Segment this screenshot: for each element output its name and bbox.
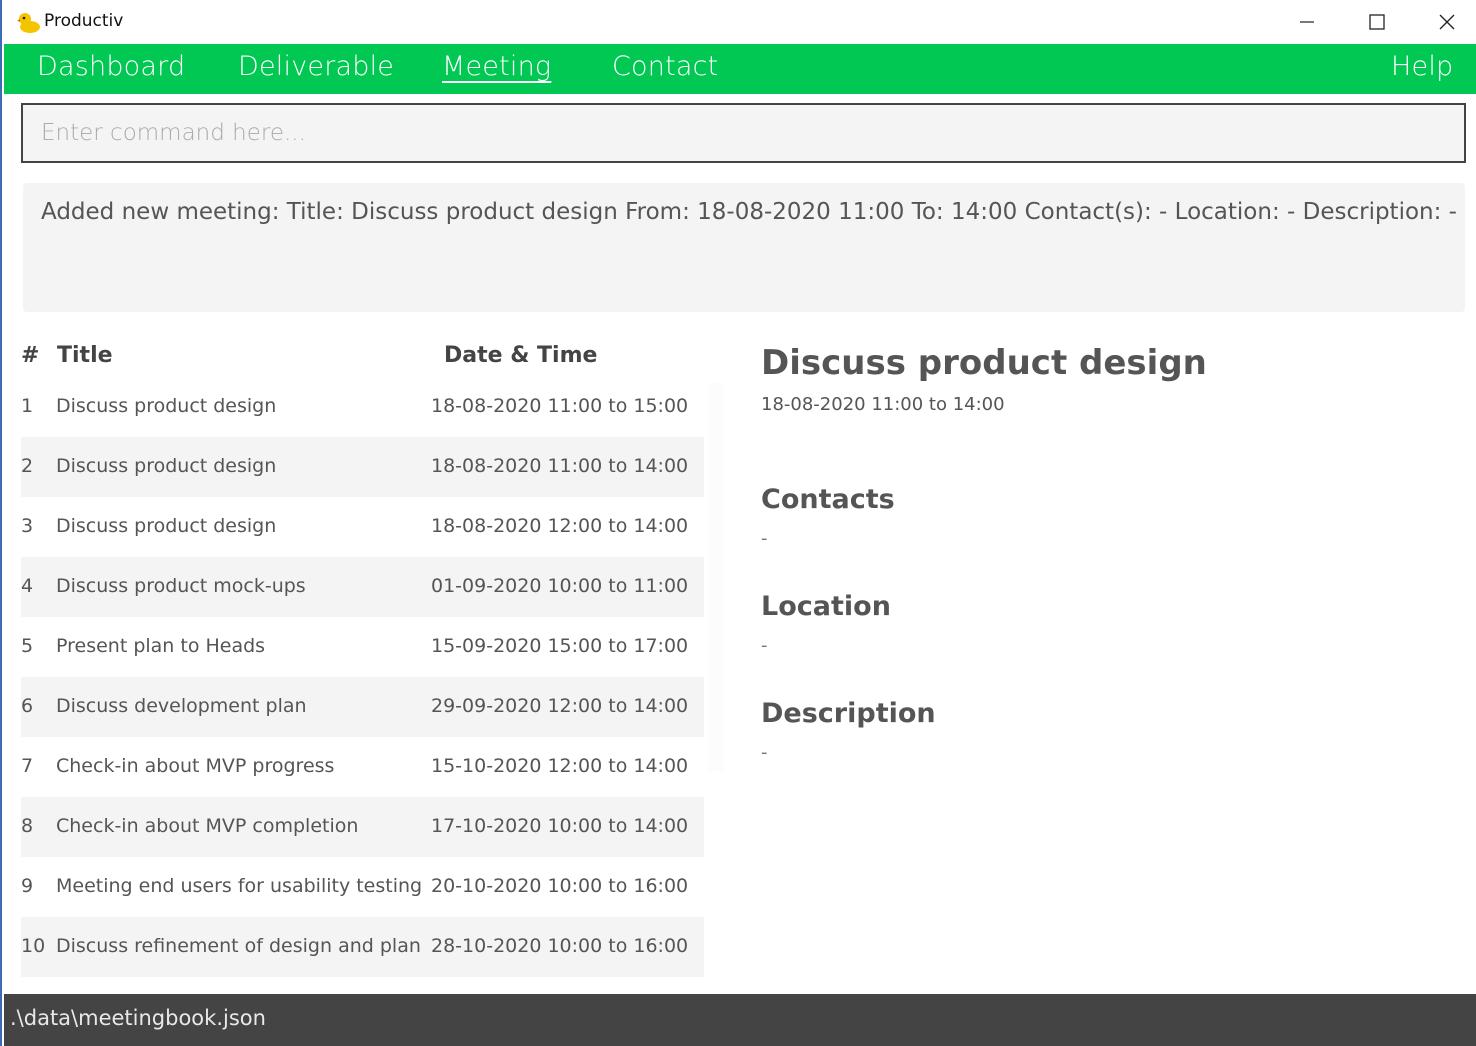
list-scrollbar[interactable] (708, 383, 724, 771)
meeting-index: 9 (21, 875, 34, 897)
meeting-row[interactable]: 8 Check-in about MVP completion 17-10-20… (21, 797, 704, 857)
detail-contacts-value: - (761, 528, 768, 549)
menu-contact[interactable]: Contact (612, 51, 718, 82)
meeting-index: 1 (21, 395, 34, 417)
detail-location-heading: Location (761, 591, 891, 622)
meeting-title: Discuss development plan (56, 695, 307, 717)
meeting-index: 7 (21, 755, 34, 777)
meeting-row[interactable]: 6 Discuss development plan 29-09-2020 12… (21, 677, 704, 737)
command-input[interactable] (23, 105, 1464, 161)
rubber-duck-icon (17, 13, 40, 33)
meeting-row[interactable]: 4 Discuss product mock-ups 01-09-2020 10… (21, 557, 704, 617)
maximize-icon (1369, 14, 1385, 30)
close-icon (1439, 14, 1455, 30)
meeting-title: Discuss product mock-ups (56, 575, 306, 597)
title-bar: Productiv (4, 0, 1476, 44)
detail-title: Discuss product design (761, 343, 1207, 383)
column-header-title: Title (57, 343, 113, 368)
minimize-icon (1300, 21, 1314, 23)
meeting-row[interactable]: 5 Present plan to Heads 15-09-2020 15:00… (21, 617, 704, 677)
meeting-title: Discuss product design (56, 395, 277, 417)
status-bar: .\data\meetingbook.json (4, 994, 1476, 1046)
meeting-title: Check-in about MVP progress (56, 755, 335, 777)
meeting-datetime: 18-08-2020 11:00 to 14:00 (431, 455, 689, 477)
meeting-index: 10 (21, 935, 46, 957)
meeting-index: 4 (21, 575, 34, 597)
column-header-datetime: Date & Time (444, 343, 598, 368)
meeting-index: 2 (21, 455, 34, 477)
meeting-index: 8 (21, 815, 34, 837)
meeting-row[interactable]: 10 Discuss refinement of design and plan… (21, 917, 704, 977)
maximize-button[interactable] (1342, 0, 1412, 44)
meeting-row[interactable]: 7 Check-in about MVP progress 15-10-2020… (21, 737, 704, 797)
menu-deliverable[interactable]: Deliverable (238, 51, 394, 82)
meeting-datetime: 18-08-2020 12:00 to 14:00 (431, 515, 689, 537)
minimize-button[interactable] (1272, 0, 1342, 44)
detail-description-value: - (761, 742, 768, 763)
window-title: Productiv (44, 11, 124, 31)
command-box (21, 103, 1466, 163)
meeting-list: 1 Discuss product design 18-08-2020 11:0… (21, 377, 704, 977)
meeting-title: Present plan to Heads (56, 635, 266, 657)
meeting-datetime: 15-09-2020 15:00 to 17:00 (431, 635, 689, 657)
close-button[interactable] (1412, 0, 1476, 44)
meeting-title: Discuss product design (56, 515, 277, 537)
meeting-title: Discuss refinement of design and plan (56, 935, 421, 957)
result-display: Added new meeting: Title: Discuss produc… (23, 183, 1465, 312)
meeting-index: 6 (21, 695, 34, 717)
meeting-datetime: 15-10-2020 12:00 to 14:00 (431, 755, 689, 777)
meeting-datetime: 28-10-2020 10:00 to 16:00 (431, 935, 689, 957)
column-header-index: # (21, 343, 40, 368)
meeting-index: 3 (21, 515, 34, 537)
meeting-title: Meeting end users for usability testing (56, 875, 423, 897)
meeting-row[interactable]: 1 Discuss product design 18-08-2020 11:0… (21, 377, 704, 437)
detail-location-value: - (761, 635, 768, 656)
menu-meeting[interactable]: Meeting (442, 51, 551, 82)
menu-bar: Dashboard Deliverable Meeting Contact He… (4, 44, 1476, 94)
meeting-datetime: 17-10-2020 10:00 to 14:00 (431, 815, 689, 837)
meeting-datetime: 18-08-2020 11:00 to 15:00 (431, 395, 689, 417)
meeting-title: Discuss product design (56, 455, 277, 477)
meeting-title: Check-in about MVP completion (56, 815, 359, 837)
detail-description-heading: Description (761, 698, 936, 729)
app-window: Productiv Dashboard Deliverable Meeting … (0, 0, 1476, 1046)
meeting-datetime: 01-09-2020 10:00 to 11:00 (431, 575, 689, 597)
detail-datetime: 18-08-2020 11:00 to 14:00 (761, 394, 1005, 415)
menu-dashboard[interactable]: Dashboard (37, 51, 185, 82)
meeting-index: 5 (21, 635, 34, 657)
meeting-row[interactable]: 3 Discuss product design 18-08-2020 12:0… (21, 497, 704, 557)
data-file-path: .\data\meetingbook.json (10, 1006, 266, 1030)
menu-help[interactable]: Help (1391, 51, 1453, 82)
meeting-row[interactable]: 9 Meeting end users for usability testin… (21, 857, 704, 917)
meeting-datetime: 29-09-2020 12:00 to 14:00 (431, 695, 689, 717)
detail-contacts-heading: Contacts (761, 484, 895, 515)
meeting-datetime: 20-10-2020 10:00 to 16:00 (431, 875, 689, 897)
meeting-row[interactable]: 2 Discuss product design 18-08-2020 11:0… (21, 437, 704, 497)
